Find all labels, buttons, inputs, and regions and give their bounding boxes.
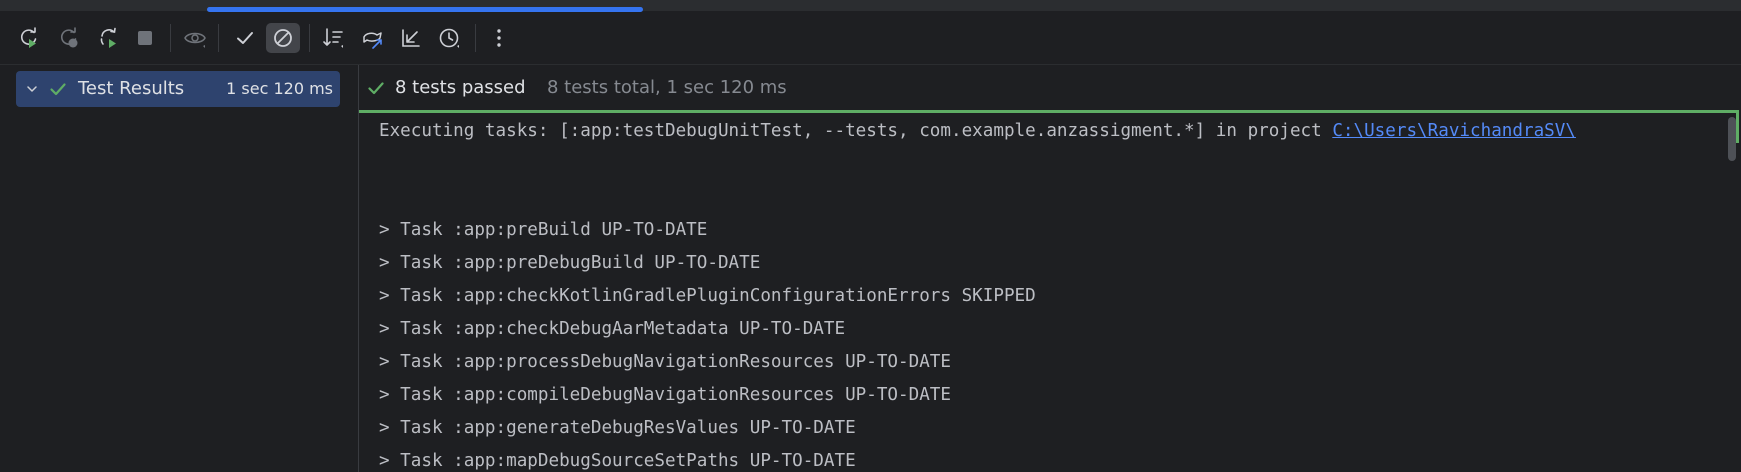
- show-passed-button[interactable]: [228, 23, 262, 53]
- tree-item-label: Test Results: [78, 78, 185, 99]
- toolbar-separator: [218, 24, 219, 52]
- tests-passed-label: 8 tests passed: [395, 77, 526, 98]
- scrollbar-thumb[interactable]: [1728, 117, 1736, 161]
- console-panel: 8 tests passed 8 tests total, 1 sec 120 …: [359, 65, 1741, 472]
- eye-icon: [184, 32, 206, 48]
- toolbar-separator: [309, 24, 310, 52]
- collapse-button[interactable]: [394, 23, 428, 53]
- test-tree-panel: Test Results 1 sec 120 ms: [0, 65, 359, 472]
- stop-icon: [138, 31, 152, 45]
- console-line: > Task :app:compileDebugNavigationResour…: [379, 385, 951, 405]
- show-ignored-button[interactable]: [178, 23, 212, 53]
- show-ignored-filter-button[interactable]: [266, 23, 300, 53]
- rerun-icon: [20, 27, 37, 48]
- sort-icon: [323, 28, 343, 48]
- console-line: > Task :app:mapDebugSourceSetPaths UP-TO…: [379, 451, 856, 471]
- rerun-failed-button[interactable]: [52, 23, 86, 53]
- ignored-circle-icon: [274, 29, 292, 47]
- toggle-auto-test-button[interactable]: [92, 23, 126, 53]
- rerun-button[interactable]: [12, 23, 46, 53]
- passed-check-icon: [368, 82, 384, 95]
- sort-button[interactable]: [316, 23, 350, 53]
- console-line: > Task :app:processDebugNavigationResour…: [379, 352, 951, 372]
- toolbar-separator: [170, 24, 171, 52]
- console-executing-line: Executing tasks: [:app:testDebugUnitTest…: [379, 121, 1576, 141]
- project-path-link[interactable]: C:\Users\RavichandraSV\: [1332, 121, 1576, 141]
- vertical-scrollbar[interactable]: [1725, 113, 1739, 472]
- import-tests-button[interactable]: [356, 23, 390, 53]
- test-toolbar: [0, 12, 1741, 65]
- import-tests-icon: [363, 32, 382, 49]
- collapse-icon: [402, 29, 420, 47]
- history-button[interactable]: [432, 23, 466, 53]
- scrollbar-marker: [1736, 113, 1739, 143]
- toggle-auto-test-icon: [100, 27, 116, 48]
- console-executing-text: Executing tasks: [:app:testDebugUnitTest…: [379, 121, 1333, 141]
- tree-item-duration: 1 sec 120 ms: [226, 79, 333, 98]
- more-vertical-icon: [497, 29, 501, 47]
- toolbar-separator: [475, 24, 476, 52]
- console-output[interactable]: Executing tasks: [:app:testDebugUnitTest…: [359, 113, 1739, 472]
- passed-check-icon: [50, 83, 66, 96]
- console-line: > Task :app:generateDebugResValues UP-TO…: [379, 418, 856, 438]
- chevron-down-icon[interactable]: [24, 81, 40, 97]
- tool-window-header: [0, 0, 1741, 12]
- console-line: > Task :app:checkDebugAarMetadata UP-TO-…: [379, 319, 846, 339]
- history-icon: [439, 28, 459, 48]
- console-line: > Task :app:checkKotlinGradlePluginConfi…: [379, 286, 1036, 306]
- console-line: > Task :app:preDebugBuild UP-TO-DATE: [379, 253, 761, 273]
- test-status-bar: 8 tests passed 8 tests total, 1 sec 120 …: [359, 65, 1741, 110]
- more-options-button[interactable]: [482, 23, 516, 53]
- rerun-failed-icon: [60, 27, 78, 48]
- tests-summary-label: 8 tests total, 1 sec 120 ms: [547, 77, 787, 98]
- tree-item-test-results[interactable]: Test Results 1 sec 120 ms: [16, 71, 340, 107]
- test-runner-window: Test Results 1 sec 120 ms 8 tests passed…: [0, 0, 1741, 472]
- stop-button[interactable]: [128, 23, 162, 53]
- console-line: > Task :app:preBuild UP-TO-DATE: [379, 220, 708, 240]
- checkmark-icon: [237, 32, 253, 44]
